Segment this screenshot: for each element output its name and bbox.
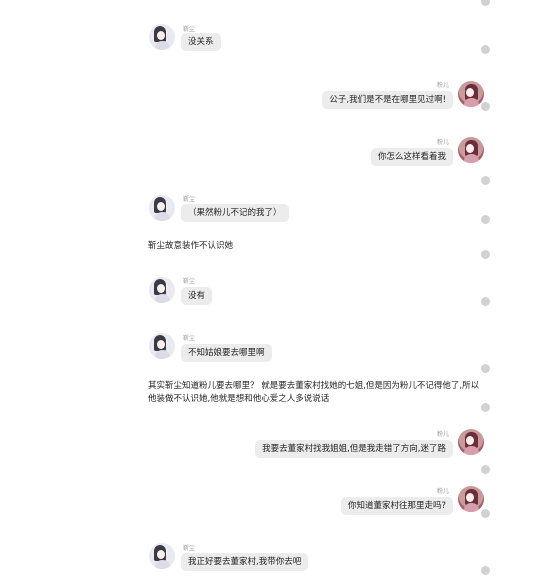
avatar[interactable] bbox=[149, 195, 175, 221]
status-dot bbox=[481, 364, 490, 373]
message-bubble: 不知姑娘要去哪里啊 bbox=[181, 344, 272, 362]
status-dot bbox=[481, 45, 490, 54]
sender-name: 粉儿 bbox=[436, 431, 449, 438]
avatar[interactable] bbox=[149, 333, 175, 359]
narration-text: 其实靳尘知道粉儿要去哪里？ 就是要去董家村找她的七姐,但是因为粉儿不记得他了,所… bbox=[148, 381, 480, 391]
avatar[interactable] bbox=[458, 81, 484, 107]
sender-name: 粉儿 bbox=[436, 139, 449, 146]
sender-name: 粉儿 bbox=[436, 82, 449, 89]
avatar[interactable] bbox=[458, 486, 484, 512]
status-dot bbox=[481, 215, 490, 224]
status-dot bbox=[481, 102, 490, 111]
message-bubble: 我正好要去董家村,我带你去吧 bbox=[181, 553, 309, 571]
avatar[interactable] bbox=[149, 277, 175, 303]
message-bubble: 你怎么这样看着我 bbox=[370, 148, 453, 166]
message-bubble: 你知道董家村往那里走吗? bbox=[340, 497, 453, 515]
sender-name: 靳尘 bbox=[183, 545, 196, 552]
avatar[interactable] bbox=[458, 429, 484, 455]
message-bubble: 我要去董家村找我姐姐,但是我走错了方向,迷了路 bbox=[255, 440, 453, 458]
sender-name: 靳尘 bbox=[183, 335, 196, 342]
avatar[interactable] bbox=[149, 24, 175, 50]
status-dot bbox=[481, 176, 490, 185]
message-bubble: （果然粉儿不记的我了） bbox=[181, 204, 289, 222]
status-dot bbox=[481, 509, 490, 518]
avatar[interactable] bbox=[149, 543, 175, 569]
narration-text: 他装做不认识她,他就是想和他心爱之人多说说话 bbox=[148, 394, 330, 404]
avatar[interactable] bbox=[458, 137, 484, 163]
message-bubble: 公子,我们是不是在哪里见过啊! bbox=[322, 91, 453, 109]
status-dot bbox=[481, 566, 490, 575]
status-dot bbox=[481, 0, 490, 6]
status-dot bbox=[481, 403, 490, 412]
sender-name: 靳尘 bbox=[183, 26, 196, 33]
message-bubble: 没关系 bbox=[181, 33, 221, 51]
message-bubble: 没有 bbox=[181, 287, 213, 305]
sender-name: 靳尘 bbox=[183, 196, 196, 203]
sender-name: 靳尘 bbox=[183, 278, 196, 285]
status-dot bbox=[481, 297, 490, 306]
status-dot bbox=[481, 465, 490, 474]
sender-name: 粉儿 bbox=[436, 488, 449, 495]
narration-text: 靳尘故意装作不认识她 bbox=[148, 241, 234, 251]
status-dot bbox=[481, 250, 490, 259]
